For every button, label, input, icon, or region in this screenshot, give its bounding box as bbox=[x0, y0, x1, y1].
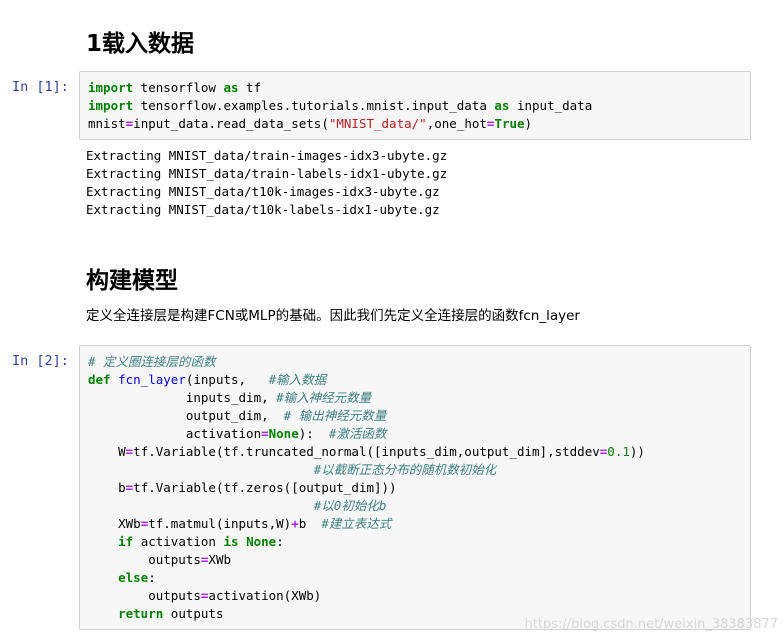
output-line: Extracting MNIST_data/train-images-idx3-… bbox=[86, 148, 448, 163]
code-token: ) bbox=[524, 116, 533, 131]
code-token: : bbox=[276, 534, 284, 549]
code-line: activation=None): #激活函数 bbox=[88, 425, 750, 443]
code-token: None bbox=[268, 426, 299, 441]
code-token: inputs_dim, bbox=[88, 390, 277, 405]
code-token: #建立表达式 bbox=[321, 516, 392, 531]
code-token: fcn_layer bbox=[118, 372, 186, 387]
code-token: output_dim, bbox=[88, 408, 284, 423]
code-token: tf.Variable(tf.zeros([output_dim])) bbox=[133, 480, 397, 495]
code-token: tf.Variable(tf.truncated_normal([inputs_… bbox=[133, 444, 600, 459]
code-token: activation bbox=[88, 426, 262, 441]
code-line: if activation is None: bbox=[88, 533, 750, 551]
code-token: ,one_hot bbox=[426, 116, 487, 131]
code-cell-2-source[interactable]: # 定义圈连接层的函数 def fcn_layer(inputs, #输入数据 i… bbox=[88, 353, 750, 623]
code-line: #以0初始化b bbox=[88, 497, 750, 515]
watermark: https://blog.csdn.net/weixin_38383877 bbox=[524, 617, 778, 632]
code-token: input_data.read_data_sets( bbox=[133, 116, 329, 131]
code-cell-1[interactable]: import tensorflow as tf import tensorflow… bbox=[79, 71, 751, 140]
code-token: tf bbox=[238, 80, 262, 95]
code-token: )) bbox=[629, 444, 645, 459]
code-token: outputs bbox=[88, 588, 201, 603]
code-token: W bbox=[88, 444, 126, 459]
code-line: b=tf.Variable(tf.zeros([output_dim])) bbox=[88, 479, 750, 497]
code-line: W=tf.Variable(tf.truncated_normal([input… bbox=[88, 443, 750, 461]
code-token: tf.matmul(inputs,W) bbox=[148, 516, 292, 531]
section-heading-build-model: 构建模型 bbox=[86, 268, 178, 294]
code-token: #激活函数 bbox=[328, 426, 387, 441]
section-description: 定义全连接层是构建FCN或MLP的基础。因此我们先定义全连接层的函数fcn_la… bbox=[86, 308, 580, 324]
code-line: XWb=tf.matmul(inputs,W)+b #建立表达式 bbox=[88, 515, 750, 533]
code-token: as bbox=[494, 98, 510, 113]
code-token: return bbox=[118, 606, 164, 621]
code-token: activation(XWb) bbox=[208, 588, 322, 603]
code-token: # 输出神经元数量 bbox=[283, 408, 387, 423]
code-token: "MNIST_data/" bbox=[328, 116, 427, 131]
code-line: def fcn_layer(inputs, #输入数据 bbox=[88, 371, 750, 389]
code-token: ): bbox=[298, 426, 329, 441]
code-token: b bbox=[88, 480, 126, 495]
output-line: Extracting MNIST_data/t10k-images-idx3-u… bbox=[86, 184, 440, 199]
code-line: import tensorflow.examples.tutorials.mni… bbox=[88, 97, 750, 115]
code-line: outputs=activation(XWb) bbox=[88, 587, 750, 605]
code-token: import bbox=[88, 80, 134, 95]
code-token: tensorflow.examples.tutorials.mnist.inpu… bbox=[133, 98, 495, 113]
code-token: mnist bbox=[88, 116, 126, 131]
section-heading-load-data: 1载入数据 bbox=[86, 31, 195, 57]
code-token: True bbox=[494, 116, 525, 131]
code-token: None bbox=[246, 534, 277, 549]
code-token: #以0初始化b bbox=[313, 498, 387, 513]
code-cell-2[interactable]: # 定义圈连接层的函数 def fcn_layer(inputs, #输入数据 i… bbox=[79, 345, 751, 630]
code-token: # 定义圈连接层的函数 bbox=[88, 354, 216, 369]
code-token: def bbox=[88, 372, 111, 387]
code-token: : bbox=[148, 570, 156, 585]
code-token: is bbox=[223, 534, 239, 549]
cell-1-prompt: In [1]: bbox=[12, 79, 69, 95]
cell-2-prompt: In [2]: bbox=[12, 353, 69, 369]
code-token: tensorflow bbox=[133, 80, 224, 95]
output-line: Extracting MNIST_data/train-labels-idx1-… bbox=[86, 166, 448, 181]
code-token: else bbox=[118, 570, 149, 585]
code-token: = bbox=[261, 426, 269, 441]
code-token: as bbox=[223, 80, 239, 95]
code-token: b bbox=[298, 516, 322, 531]
code-token: (inputs, bbox=[185, 372, 269, 387]
code-line: mnist=input_data.read_data_sets("MNIST_d… bbox=[88, 115, 750, 133]
code-token: #输入神经元数量 bbox=[276, 390, 372, 405]
code-token: outputs bbox=[88, 552, 201, 567]
code-line: import tensorflow as tf bbox=[88, 79, 750, 97]
code-token: 0.1 bbox=[607, 444, 630, 459]
code-line: inputs_dim, #输入神经元数量 bbox=[88, 389, 750, 407]
code-line: outputs=XWb bbox=[88, 551, 750, 569]
code-token: activation bbox=[133, 534, 224, 549]
code-token: import bbox=[88, 98, 134, 113]
code-token: XWb bbox=[208, 552, 231, 567]
cell-1-output: Extracting MNIST_data/train-images-idx3-… bbox=[86, 147, 447, 219]
code-line: output_dim, # 输出神经元数量 bbox=[88, 407, 750, 425]
code-line: #以截断正态分布的随机数初始化 bbox=[88, 461, 750, 479]
code-cell-1-source[interactable]: import tensorflow as tf import tensorflow… bbox=[88, 79, 750, 133]
output-line: Extracting MNIST_data/t10k-labels-idx1-u… bbox=[86, 202, 440, 217]
code-token: if bbox=[118, 534, 134, 549]
code-token: + bbox=[291, 516, 299, 531]
code-token: XWb bbox=[88, 516, 141, 531]
code-line: else: bbox=[88, 569, 750, 587]
code-token: #输入数据 bbox=[268, 372, 327, 387]
code-token: #以截断正态分布的随机数初始化 bbox=[313, 462, 497, 477]
code-token: outputs bbox=[163, 606, 224, 621]
code-token: input_data bbox=[509, 98, 593, 113]
code-line: # 定义圈连接层的函数 bbox=[88, 353, 750, 371]
